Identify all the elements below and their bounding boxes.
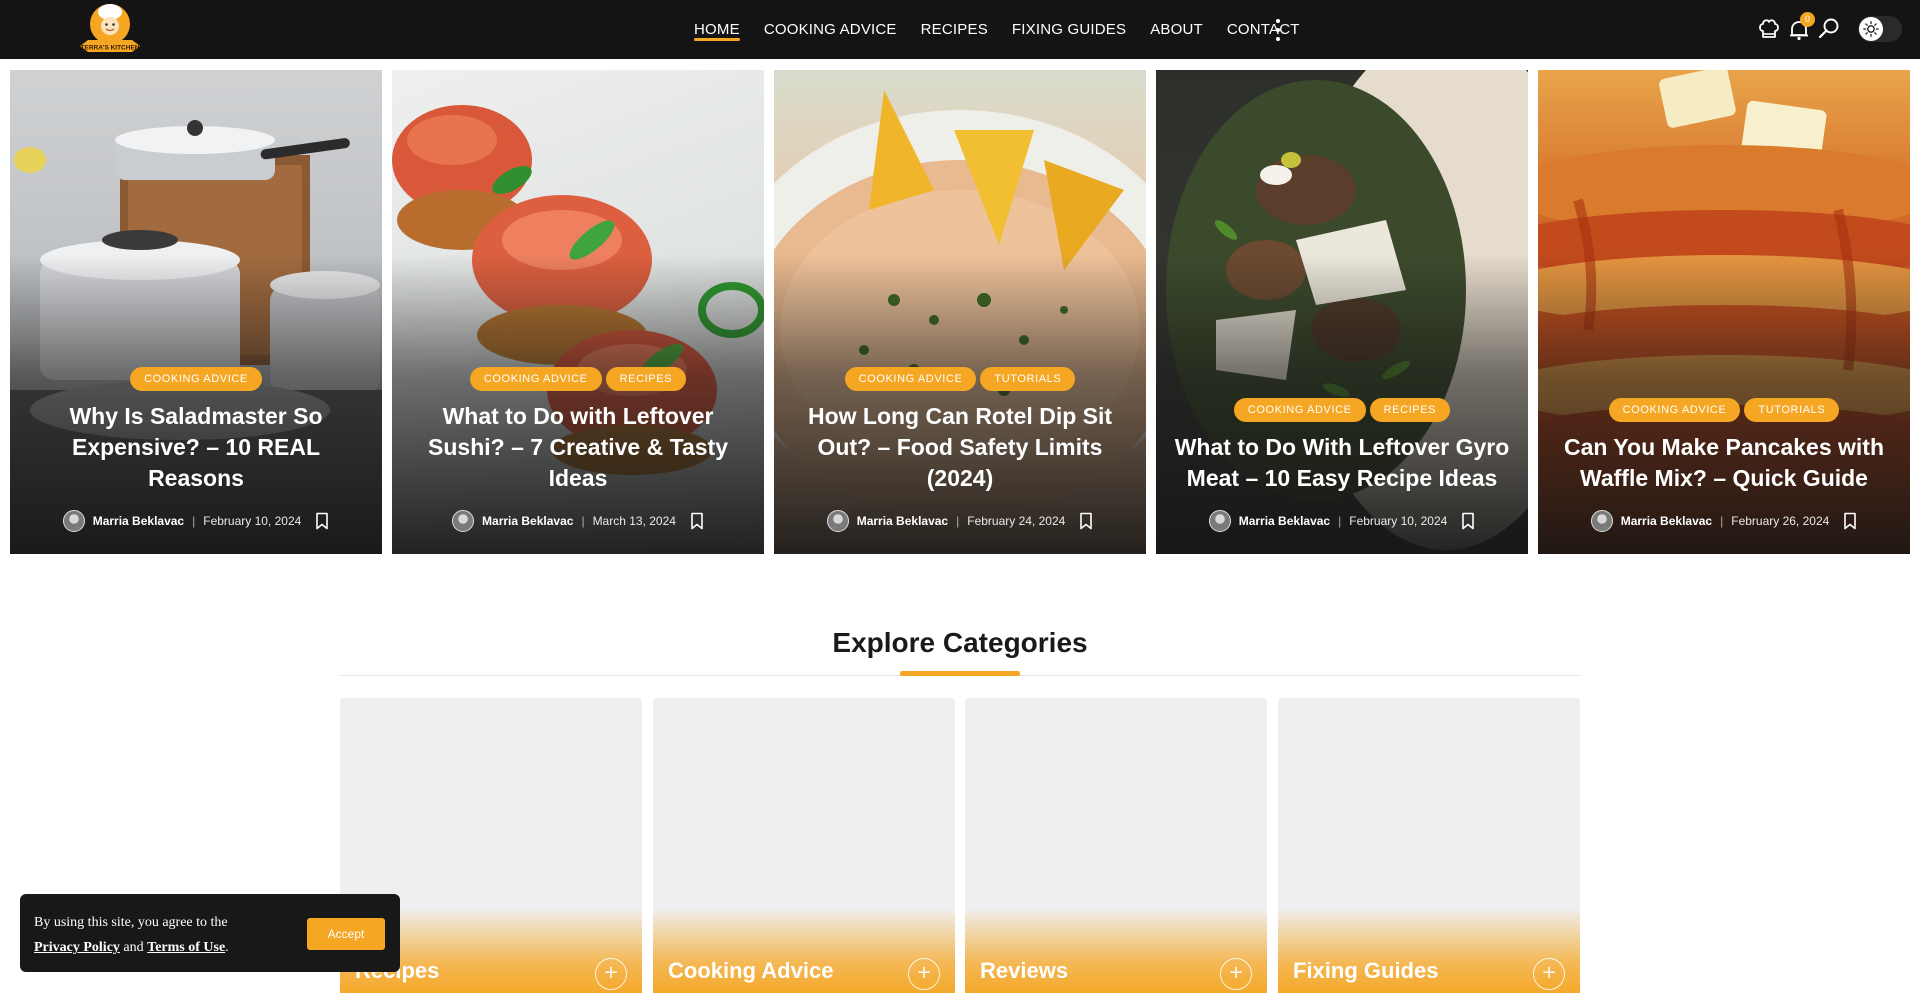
- plus-icon[interactable]: +: [908, 958, 940, 990]
- terms-of-use-link[interactable]: Terms of Use: [147, 940, 225, 955]
- section-title: Explore Categories: [832, 627, 1088, 658]
- category-name[interactable]: Fixing Guides: [1293, 958, 1438, 984]
- cookie-banner: By using this site, you agree to the Pri…: [20, 894, 400, 972]
- site-header: TERRA'S KITCHEN HOME COOKING ADVICE RECI…: [0, 0, 1920, 59]
- more-vertical-icon[interactable]: [1270, 18, 1286, 42]
- bookmark-icon[interactable]: [1843, 512, 1857, 530]
- card-meta: Marria Beklavac | February 24, 2024: [790, 510, 1130, 532]
- nav-item-cooking-advice[interactable]: COOKING ADVICE: [764, 0, 897, 59]
- card-title[interactable]: What to Do With Leftover Gyro Meat – 10 …: [1172, 432, 1512, 494]
- main-nav: HOME COOKING ADVICE RECIPES FIXING GUIDE…: [694, 0, 1324, 59]
- card-body: COOKING ADVICE RECIPES What to Do with L…: [392, 367, 764, 532]
- nav-item-about[interactable]: ABOUT: [1150, 0, 1203, 59]
- category-name[interactable]: Cooking Advice: [668, 958, 833, 984]
- svg-text:TERRA'S KITCHEN: TERRA'S KITCHEN: [81, 45, 140, 52]
- tag-tutorials[interactable]: TUTORIALS: [1744, 398, 1840, 422]
- search-icon[interactable]: [1816, 16, 1842, 42]
- tag-cooking-advice[interactable]: COOKING ADVICE: [1608, 398, 1741, 422]
- plus-icon[interactable]: +: [1533, 958, 1565, 990]
- cookie-message: By using this site, you agree to the Pri…: [34, 915, 229, 955]
- card-meta: Marria Beklavac | February 10, 2024: [26, 510, 366, 532]
- nav-item-fixing-guides[interactable]: FIXING GUIDES: [1012, 0, 1126, 59]
- category-card-cooking-advice[interactable]: Cooking Advice +: [653, 698, 955, 993]
- author-name[interactable]: Marria Beklavac: [482, 514, 573, 528]
- post-date: February 26, 2024: [1731, 514, 1830, 528]
- featured-posts: COOKING ADVICE Why Is Saladmaster So Exp…: [10, 70, 1910, 554]
- tag-cooking-advice[interactable]: COOKING ADVICE: [130, 367, 262, 391]
- nav-item-recipes[interactable]: RECIPES: [921, 0, 988, 59]
- post-date: February 10, 2024: [1349, 514, 1448, 528]
- card-body: COOKING ADVICE TUTORIALS How Long Can Ro…: [774, 367, 1146, 532]
- plus-icon[interactable]: +: [1220, 958, 1252, 990]
- post-date: February 24, 2024: [967, 514, 1066, 528]
- featured-card-rotel-dip[interactable]: COOKING ADVICE TUTORIALS How Long Can Ro…: [774, 70, 1146, 554]
- avatar[interactable]: [1590, 510, 1613, 532]
- bookmark-icon[interactable]: [1079, 512, 1093, 530]
- featured-card-pancakes-waffle-mix[interactable]: COOKING ADVICE TUTORIALS Can You Make Pa…: [1538, 70, 1910, 554]
- nav-item-contact[interactable]: CONTACT: [1227, 0, 1300, 59]
- category-card-reviews[interactable]: Reviews +: [965, 698, 1267, 993]
- card-meta: Marria Beklavac | February 26, 2024: [1554, 510, 1894, 532]
- avatar[interactable]: [1208, 510, 1231, 532]
- bookmark-icon[interactable]: [1461, 512, 1475, 530]
- post-date: March 13, 2024: [592, 514, 676, 528]
- bookmark-icon[interactable]: [315, 512, 329, 530]
- post-date: February 10, 2024: [203, 514, 302, 528]
- plus-icon[interactable]: +: [595, 958, 627, 990]
- card-meta: Marria Beklavac | March 13, 2024: [408, 510, 748, 532]
- theme-toggle[interactable]: [1858, 16, 1902, 42]
- sun-icon: [1859, 17, 1883, 41]
- privacy-policy-link[interactable]: Privacy Policy: [34, 940, 120, 955]
- featured-card-gyro-meat[interactable]: COOKING ADVICE RECIPES What to Do With L…: [1156, 70, 1528, 554]
- card-body: COOKING ADVICE TUTORIALS Can You Make Pa…: [1538, 398, 1910, 532]
- avatar[interactable]: [826, 510, 849, 532]
- nav-item-home[interactable]: HOME: [694, 0, 740, 59]
- card-title[interactable]: What to Do with Leftover Sushi? – 7 Crea…: [408, 401, 748, 494]
- card-title[interactable]: Can You Make Pancakes with Waffle Mix? –…: [1554, 432, 1894, 494]
- chef-hat-icon[interactable]: [1756, 16, 1782, 42]
- author-name[interactable]: Marria Beklavac: [1621, 514, 1712, 528]
- author-name[interactable]: Marria Beklavac: [93, 514, 184, 528]
- section-accent-bar: [900, 671, 1020, 676]
- category-name[interactable]: Reviews: [980, 958, 1068, 984]
- card-body: COOKING ADVICE RECIPES What to Do With L…: [1156, 398, 1528, 532]
- category-card-fixing-guides[interactable]: Fixing Guides +: [1278, 698, 1580, 993]
- tag-cooking-advice[interactable]: COOKING ADVICE: [1233, 398, 1366, 422]
- card-meta: Marria Beklavac | February 10, 2024: [1172, 510, 1512, 532]
- tag-tutorials[interactable]: TUTORIALS: [980, 367, 1076, 391]
- featured-card-saladmaster[interactable]: COOKING ADVICE Why Is Saladmaster So Exp…: [10, 70, 382, 554]
- avatar[interactable]: [452, 510, 475, 532]
- author-name[interactable]: Marria Beklavac: [857, 514, 948, 528]
- tag-cooking-advice[interactable]: COOKING ADVICE: [844, 367, 977, 391]
- featured-card-leftover-sushi[interactable]: COOKING ADVICE RECIPES What to Do with L…: [392, 70, 764, 554]
- tag-recipes[interactable]: RECIPES: [1369, 398, 1451, 422]
- card-title[interactable]: How Long Can Rotel Dip Sit Out? – Food S…: [790, 401, 1130, 494]
- card-body: COOKING ADVICE Why Is Saladmaster So Exp…: [10, 367, 382, 532]
- notification-badge: 0: [1800, 12, 1815, 27]
- site-logo[interactable]: TERRA'S KITCHEN: [74, 2, 146, 56]
- tag-recipes[interactable]: RECIPES: [605, 367, 687, 391]
- avatar[interactable]: [62, 510, 85, 532]
- bookmark-icon[interactable]: [690, 512, 704, 530]
- author-name[interactable]: Marria Beklavac: [1239, 514, 1330, 528]
- accept-button[interactable]: Accept: [307, 918, 385, 950]
- tag-cooking-advice[interactable]: COOKING ADVICE: [469, 367, 602, 391]
- card-title[interactable]: Why Is Saladmaster So Expensive? – 10 RE…: [26, 401, 366, 494]
